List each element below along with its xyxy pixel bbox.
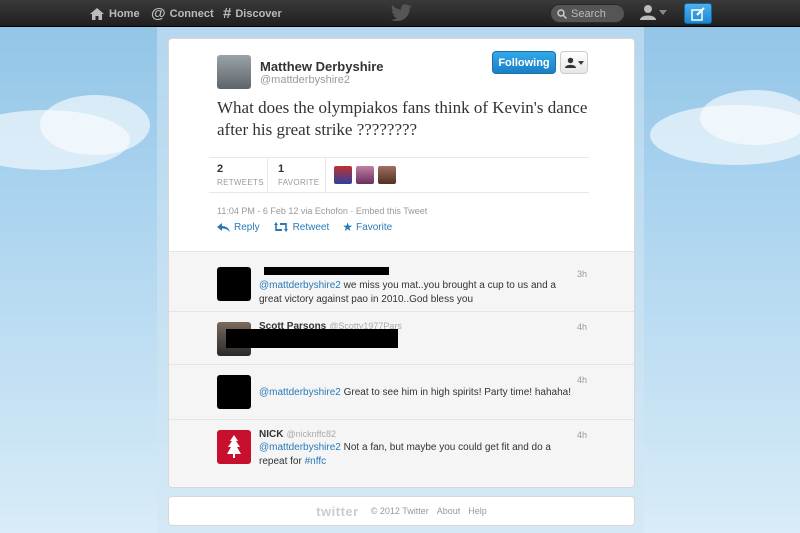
twitter-logo: twitter: [316, 503, 359, 519]
mention-link[interactable]: @mattderbyshire2: [259, 280, 341, 291]
tweet-author-screenname[interactable]: @mattderbyshire2: [260, 74, 350, 86]
reply-timestamp[interactable]: 4h: [577, 375, 587, 385]
mention-link[interactable]: @mattderbyshire2: [259, 442, 341, 453]
user-icon: [640, 5, 656, 20]
reply-body: Great to see him in high spirits! Party …: [340, 387, 571, 398]
user-actions-button[interactable]: [560, 51, 588, 74]
avatar[interactable]: [334, 166, 352, 184]
tweet-stats: 2 RETWEETS 1 FAVORITE: [209, 157, 589, 193]
favorite-label: Favorite: [356, 221, 393, 233]
retweet-icon: [273, 222, 288, 232]
avatar[interactable]: [217, 267, 251, 301]
reply-author-screenname: @nicknffc82: [286, 429, 336, 439]
list-item[interactable]: NICK @nicknffc82 @mattderbyshire2 Not a f…: [169, 420, 634, 487]
nffc-logo-icon: [227, 435, 241, 458]
user-menu-button[interactable]: [640, 4, 667, 20]
avatar[interactable]: [217, 375, 251, 409]
nav-discover[interactable]: # Discover: [223, 0, 282, 27]
background-cloud: [40, 95, 150, 155]
search-icon: [557, 8, 567, 19]
divider: [267, 158, 268, 192]
following-button[interactable]: Following: [492, 51, 556, 74]
nav-connect-label: Connect: [169, 7, 214, 20]
retweets-count: 2: [217, 163, 224, 175]
avatar[interactable]: [217, 430, 251, 464]
nav-home-label: Home: [109, 7, 140, 20]
replies-list: @mattderbyshire2 we miss you mat..you br…: [169, 251, 634, 487]
compose-tweet-button[interactable]: [684, 3, 712, 24]
list-item[interactable]: Scott Parsons @Scotty1977Pars 4h: [169, 312, 634, 365]
nav-discover-label: Discover: [235, 7, 282, 20]
mention-link[interactable]: @mattderbyshire2: [259, 387, 341, 398]
reply-button[interactable]: Reply: [217, 222, 260, 233]
reply-timestamp[interactable]: 4h: [577, 322, 587, 332]
compose-icon: [691, 6, 705, 21]
retweet-button[interactable]: Retweet: [273, 221, 330, 233]
favorites-stat[interactable]: 1 FAVORITE: [278, 163, 319, 187]
nav-home[interactable]: Home: [90, 0, 140, 27]
search-input[interactable]: Search: [550, 4, 625, 23]
divider: [325, 158, 326, 192]
hashtag-link[interactable]: #nffc: [305, 456, 327, 467]
search-placeholder: Search: [571, 7, 606, 20]
avatar[interactable]: [378, 166, 396, 184]
home-icon: [90, 7, 104, 20]
star-icon: ★: [342, 220, 354, 234]
avatar[interactable]: [217, 55, 251, 89]
favorites-count: 1: [278, 163, 285, 175]
retweets-stat[interactable]: 2 RETWEETS: [217, 163, 264, 187]
tweet-meta: 11:04 PM - 6 Feb 12 via Echofon · Embed …: [217, 206, 428, 216]
reply-text: @mattderbyshire2 Great to see him in hig…: [259, 386, 579, 400]
favorite-button[interactable]: ★ Favorite: [342, 220, 392, 234]
redacted-name: [264, 267, 389, 275]
reply-label: Reply: [234, 221, 260, 233]
footer: twitter © 2012 Twitter About Help: [168, 496, 635, 526]
retweets-label: RETWEETS: [217, 178, 264, 187]
background-cloud: [700, 90, 800, 145]
at-icon: @: [151, 5, 166, 22]
reply-timestamp[interactable]: 3h: [577, 269, 587, 279]
chevron-down-icon: [659, 9, 667, 15]
tweet-author-name[interactable]: Matthew Derbyshire: [260, 59, 384, 74]
favorites-label: FAVORITE: [278, 178, 320, 187]
tweet-card: Matthew Derbyshire @mattderbyshire2 Foll…: [168, 38, 635, 488]
reply-timestamp[interactable]: 4h: [577, 430, 587, 440]
footer-help-link[interactable]: Help: [468, 506, 487, 516]
tweet-text: What does the olympiakos fans think of K…: [217, 98, 588, 139]
tweet-actions: Reply Retweet ★ Favorite: [217, 220, 405, 234]
chevron-down-icon: [577, 60, 584, 65]
footer-about-link[interactable]: About: [437, 506, 461, 516]
nav-connect[interactable]: @ Connect: [151, 0, 214, 27]
user-icon: [564, 57, 576, 68]
reply-text: @mattderbyshire2 Not a fan, but maybe yo…: [259, 441, 579, 469]
redacted-reply-text: [226, 329, 398, 348]
reply-text: @mattderbyshire2 we miss you mat..you br…: [259, 279, 579, 307]
reply-icon: [217, 222, 230, 232]
twitter-bird-icon[interactable]: [390, 4, 412, 21]
footer-copyright: © 2012 Twitter: [370, 506, 429, 516]
list-item[interactable]: @mattderbyshire2 Great to see him in hig…: [169, 365, 634, 420]
retweet-label: Retweet: [292, 221, 330, 233]
reply-author[interactable]: NICK @nicknffc82: [259, 429, 336, 440]
list-item[interactable]: @mattderbyshire2 we miss you mat..you br…: [169, 252, 634, 312]
top-navigation-bar: Home @ Connect # Discover Search: [0, 0, 800, 27]
reply-author-name: NICK: [259, 429, 284, 440]
avatar[interactable]: [356, 166, 374, 184]
hash-icon: #: [223, 5, 232, 22]
